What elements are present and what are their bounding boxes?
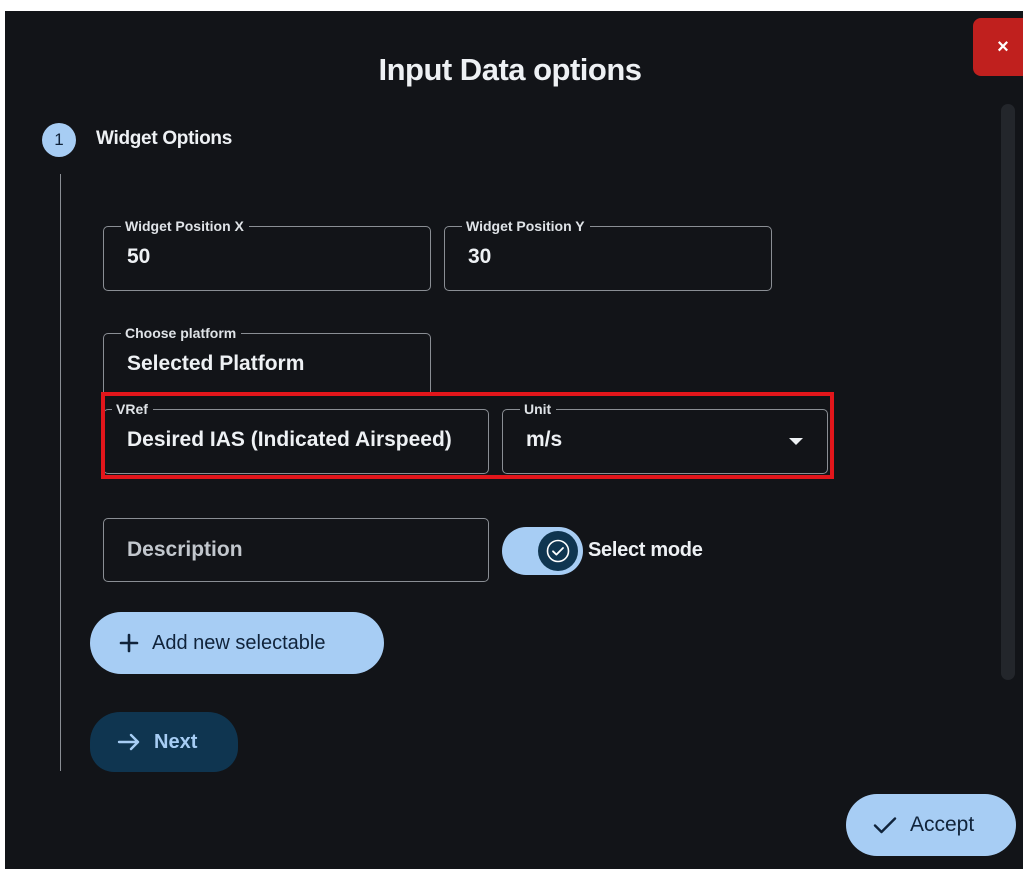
close-icon: × [997,35,1009,58]
vref-field[interactable]: VRef Desired IAS (Indicated Airspeed) [103,400,489,474]
widget-position-x-label: Widget Position X [121,217,249,235]
step-connector-line [60,174,61,771]
description-placeholder: Description [127,538,243,561]
step-number-badge: 1 [42,123,76,157]
unit-value: m/s [526,428,563,451]
widget-position-y-label: Widget Position Y [462,217,590,235]
widget-position-y-value: 30 [468,245,492,268]
widget-position-x-value: 50 [127,245,151,268]
add-new-selectable-button[interactable]: Add new selectable [90,612,384,674]
unit-select[interactable]: Unit m/s [502,400,828,474]
step-title: Widget Options [96,128,232,149]
description-input[interactable]: Description [103,518,489,582]
dialog-title: Input Data options [378,52,642,87]
select-mode-label: Select mode [588,539,703,561]
close-button[interactable]: × [973,18,1023,76]
check-icon [546,539,570,563]
widget-position-x-field[interactable]: Widget Position X 50 [103,217,431,291]
next-label: Next [154,730,198,753]
select-mode-toggle[interactable] [502,527,583,575]
toggle-knob [538,531,578,571]
scrollbar[interactable] [1001,104,1015,680]
choose-platform-value: Selected Platform [127,352,305,375]
arrow-right-icon [117,732,141,752]
vref-label: VRef [112,400,153,418]
next-button[interactable]: Next [90,712,238,772]
accept-button[interactable]: Accept [846,794,1016,856]
unit-label: Unit [520,400,557,418]
caret-down-icon[interactable] [789,438,803,445]
plus-icon [119,633,139,653]
choose-platform-field[interactable]: Choose platform Selected Platform [103,324,431,395]
vref-value: Desired IAS (Indicated Airspeed) [127,428,452,451]
widget-position-y-field[interactable]: Widget Position Y 30 [444,217,772,291]
check-icon [873,815,897,835]
accept-label: Accept [910,813,975,836]
add-new-selectable-label: Add new selectable [152,631,326,654]
choose-platform-label: Choose platform [121,324,242,342]
